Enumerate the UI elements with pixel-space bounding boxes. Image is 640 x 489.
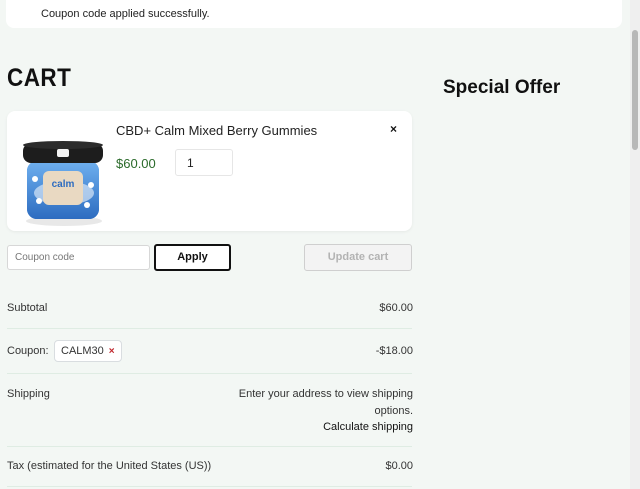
cart-title: CART <box>7 64 72 92</box>
tax-label: Tax (estimated for the United States (US… <box>7 460 212 472</box>
cart-item-card: calm CBD+ Calm Mixed Berry Gummies × $60… <box>7 111 412 231</box>
update-cart-button[interactable]: Update cart <box>304 244 412 271</box>
coupon-discount-value: -$18.00 <box>375 345 413 357</box>
remove-item-button[interactable]: × <box>390 122 397 136</box>
scrollbar-thumb[interactable] <box>632 30 638 150</box>
divider <box>7 486 412 487</box>
remove-coupon-icon[interactable]: × <box>109 346 115 357</box>
gummies-jar-icon[interactable]: calm <box>21 141 107 232</box>
product-name-link[interactable]: CBD+ Calm Mixed Berry Gummies <box>116 123 317 138</box>
product-price: $60.00 <box>116 156 156 171</box>
shipping-label: Shipping <box>7 388 50 400</box>
subtotal-label: Subtotal <box>7 302 48 314</box>
coupon-code: CALM30 <box>61 345 104 357</box>
divider <box>7 373 412 374</box>
divider <box>7 328 412 329</box>
divider <box>7 446 412 447</box>
special-offer-title: Special Offer <box>443 77 561 98</box>
coupon-success-notice: Coupon code applied successfully. <box>6 0 622 28</box>
apply-coupon-button[interactable]: Apply <box>154 244 231 271</box>
coupon-code-input[interactable]: Coupon code <box>7 245 150 270</box>
page-scrollbar[interactable] <box>630 0 640 489</box>
coupon-label: Coupon: <box>7 345 49 357</box>
shipping-info: Enter your address to view shipping opti… <box>238 388 413 417</box>
tax-value: $0.00 <box>385 460 413 472</box>
svg-text:calm: calm <box>52 179 75 190</box>
notice-message: Coupon code applied successfully. <box>41 8 210 20</box>
quantity-input[interactable]: 1 <box>175 149 233 176</box>
applied-coupon-chip: CALM30 × <box>54 340 122 362</box>
subtotal-value: $60.00 <box>379 302 413 314</box>
calculate-shipping-link[interactable]: Calculate shipping <box>323 421 413 433</box>
